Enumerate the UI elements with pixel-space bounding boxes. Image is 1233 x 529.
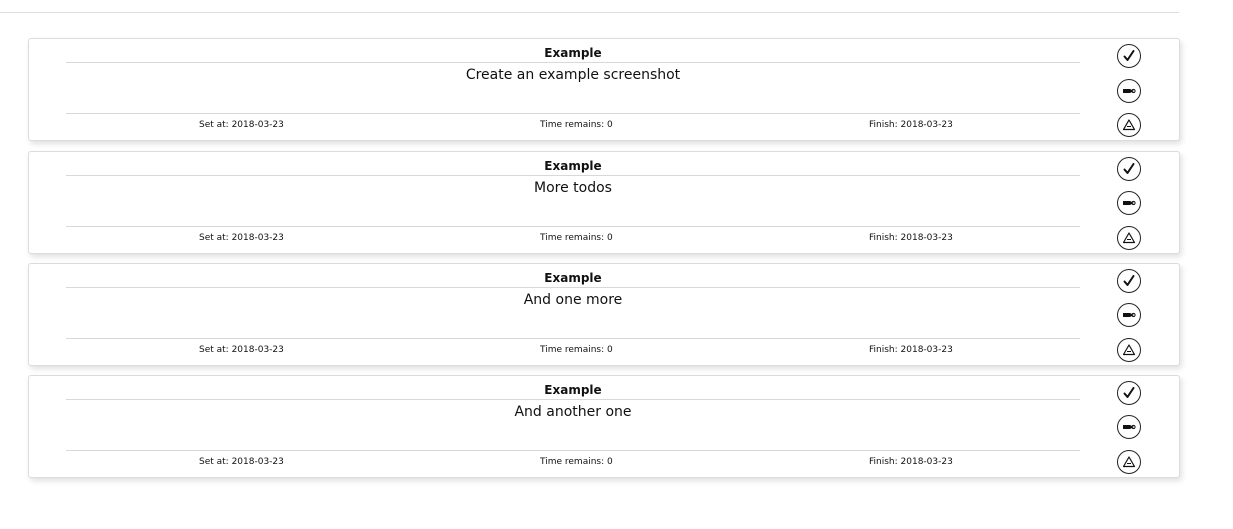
todo-text: And another one bbox=[514, 403, 632, 420]
edit-button[interactable] bbox=[1117, 191, 1141, 215]
check-icon bbox=[1123, 274, 1135, 286]
delete-button[interactable] bbox=[1117, 337, 1141, 362]
todo-list: Example Create an example screenshot Set… bbox=[28, 38, 1180, 487]
todo-card: Example More todos Set at: 2018-03-23 Ti… bbox=[28, 150, 1180, 254]
meta-divider bbox=[66, 113, 1080, 114]
edit-icon bbox=[1123, 424, 1136, 430]
todo-actions bbox=[1117, 380, 1143, 485]
delete-button[interactable] bbox=[1117, 113, 1141, 137]
meta-divider bbox=[66, 225, 1080, 227]
meta-divider bbox=[66, 337, 1080, 339]
todo-title: Example bbox=[544, 382, 602, 397]
set-at-label: Set at: 2018-03-23 bbox=[199, 232, 284, 243]
delete-icon bbox=[1122, 343, 1136, 355]
delete-button[interactable] bbox=[1117, 449, 1141, 474]
todo-title: Example bbox=[544, 270, 602, 285]
delete-icon bbox=[1122, 231, 1136, 243]
title-divider bbox=[66, 174, 1080, 176]
top-divider bbox=[0, 12, 1179, 13]
check-icon bbox=[1123, 50, 1135, 61]
title-divider bbox=[66, 62, 1080, 63]
todo-actions bbox=[1117, 44, 1143, 148]
time-remains-label: Time remains: 0 bbox=[540, 344, 613, 355]
time-remains-label: Time remains: 0 bbox=[540, 456, 613, 467]
complete-button[interactable] bbox=[1117, 44, 1141, 68]
todo-title: Example bbox=[544, 158, 602, 173]
todo-text: Create an example screenshot bbox=[465, 67, 681, 83]
delete-icon bbox=[1122, 119, 1136, 131]
todo-card: Example And another one Set at: 2018-03-… bbox=[28, 374, 1180, 478]
complete-button[interactable] bbox=[1117, 380, 1141, 405]
title-divider bbox=[66, 286, 1080, 288]
time-remains-label: Time remains: 0 bbox=[540, 232, 613, 243]
delete-button[interactable] bbox=[1117, 225, 1141, 250]
complete-button[interactable] bbox=[1117, 156, 1141, 181]
todo-content: Example Create an example screenshot Set… bbox=[66, 39, 1080, 140]
todo-content: Example More todos Set at: 2018-03-23 Ti… bbox=[66, 152, 1080, 253]
todo-card: Example Create an example screenshot Set… bbox=[28, 38, 1180, 141]
edit-button[interactable] bbox=[1117, 303, 1141, 327]
set-at-label: Set at: 2018-03-23 bbox=[199, 120, 284, 130]
finish-label: Finish: 2018-03-23 bbox=[869, 344, 953, 355]
set-at-label: Set at: 2018-03-23 bbox=[199, 344, 284, 355]
set-at-label: Set at: 2018-03-23 bbox=[199, 456, 284, 467]
todo-actions bbox=[1117, 156, 1143, 261]
complete-button[interactable] bbox=[1117, 268, 1141, 293]
edit-icon bbox=[1123, 200, 1136, 206]
todo-text: More todos bbox=[534, 179, 612, 196]
finish-label: Finish: 2018-03-23 bbox=[869, 120, 953, 130]
todo-card: Example And one more Set at: 2018-03-23 … bbox=[28, 262, 1180, 366]
finish-label: Finish: 2018-03-23 bbox=[869, 456, 953, 467]
todo-actions bbox=[1117, 268, 1143, 373]
todo-content: Example And one more Set at: 2018-03-23 … bbox=[66, 264, 1080, 365]
check-icon bbox=[1123, 386, 1135, 398]
check-icon bbox=[1123, 162, 1135, 174]
todo-text: And one more bbox=[523, 291, 623, 308]
meta-divider bbox=[66, 449, 1080, 451]
todo-title: Example bbox=[544, 46, 602, 60]
title-divider bbox=[66, 398, 1080, 400]
finish-label: Finish: 2018-03-23 bbox=[869, 232, 953, 243]
edit-button[interactable] bbox=[1117, 78, 1141, 103]
edit-button[interactable] bbox=[1117, 415, 1141, 439]
edit-icon bbox=[1123, 312, 1136, 318]
delete-icon bbox=[1122, 455, 1136, 467]
todo-content: Example And another one Set at: 2018-03-… bbox=[66, 376, 1080, 477]
time-remains-label: Time remains: 0 bbox=[540, 120, 613, 130]
edit-icon bbox=[1123, 88, 1136, 93]
page: Example Create an example screenshot Set… bbox=[0, 0, 1233, 529]
